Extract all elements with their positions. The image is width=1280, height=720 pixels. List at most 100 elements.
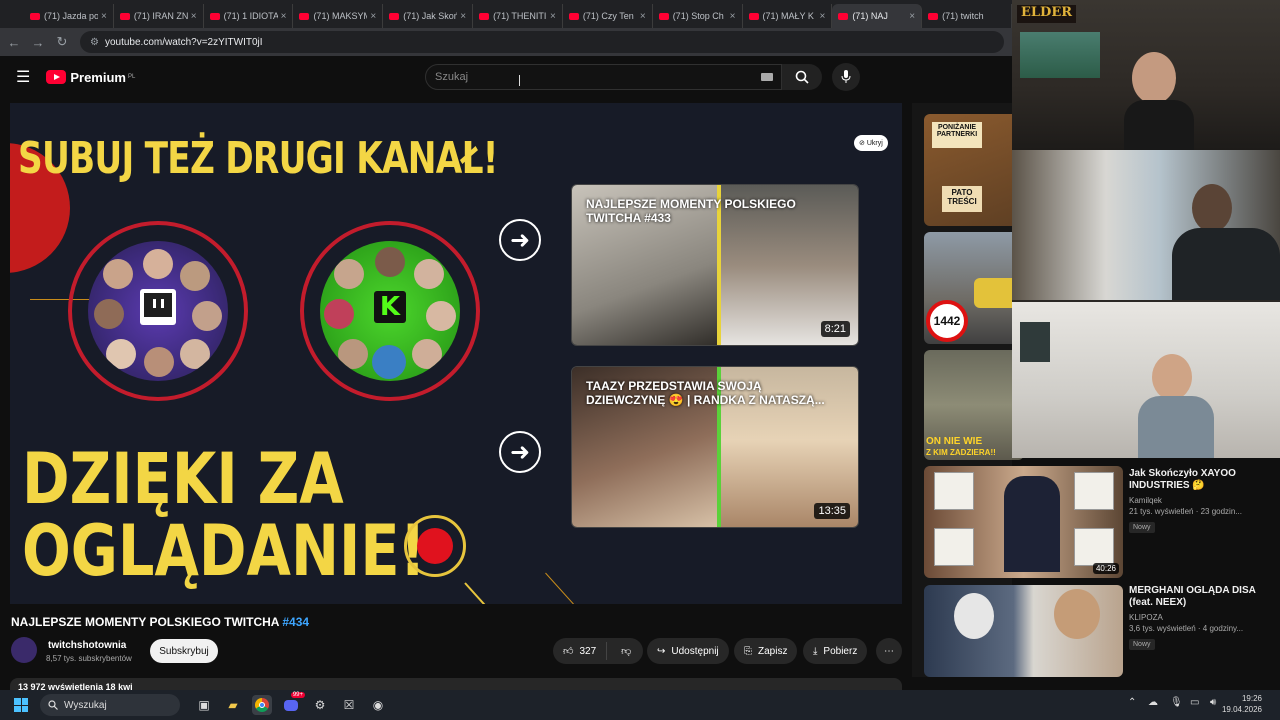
back-icon[interactable]: ← [2, 35, 26, 50]
taskbar-search[interactable]: Wyszukaj [40, 694, 180, 716]
endscreen-video-card[interactable]: TAAZY PRZEDSTAWIA SWOJĄ DZIEWCZYNĘ 😍 | R… [571, 366, 859, 528]
hashtag-link[interactable]: #434 [282, 615, 309, 629]
sidebar-thumbnail[interactable]: ON NIE WIE Z KIM ZADZIERA!! [924, 350, 1024, 460]
search-button[interactable] [782, 64, 822, 90]
channel-ring-kick[interactable]: K [300, 221, 480, 401]
sidebar-item[interactable]: Jak Skończyło XAYOO INDUSTRIES 🤔 Kamilqe… [1129, 468, 1269, 534]
endscreen-headline: SUBUJ TEŻ DRUGI KANAŁ! [18, 133, 498, 184]
subscriber-count: 8,57 tys. subskrybentów [46, 654, 132, 663]
tray-overflow-icon[interactable]: ⌃ [1128, 697, 1136, 708]
close-tab-icon[interactable]: × [819, 11, 825, 22]
browser-tab[interactable]: (71) THENITI × [473, 4, 563, 28]
xbox-icon[interactable]: ☒ [339, 695, 359, 715]
chrome-icon[interactable] [252, 695, 272, 715]
channel-name[interactable]: twitchshotownia [48, 640, 126, 651]
sidebar-item-meta: 3,6 tys. wyświetleń · 4 godziny... [1129, 624, 1244, 633]
share-icon: ↪ [657, 645, 666, 657]
youtube-favicon-icon [838, 12, 849, 20]
thumbs-up-icon: 👍︎ [563, 646, 574, 657]
system-clock[interactable]: 19:26 19.04.2026 [1222, 693, 1262, 715]
sidebar-thumbnail[interactable] [924, 585, 1123, 677]
youtube-favicon-icon [928, 12, 939, 20]
video-player[interactable]: SUBUJ TEŻ DRUGI KANAŁ! K ➜ ➜ DZIĘKI ZA O… [10, 103, 902, 604]
windows-start-icon[interactable] [14, 698, 28, 712]
like-button[interactable]: 👍︎ 327 [553, 642, 608, 660]
keyboard-icon[interactable] [761, 73, 773, 81]
card-title: NAJLEPSZE MOMENTY POLSKIEGO TWITCHA #433 [586, 197, 796, 225]
search-icon [48, 700, 58, 710]
close-tab-icon[interactable]: × [101, 11, 107, 22]
sidebar-item-title: MERGHANI OGLĄDA DISA (feat. NEEX) [1129, 585, 1256, 608]
download-button[interactable]: ⤓ Pobierz [803, 638, 868, 664]
channel-avatar-collage: K [320, 241, 460, 381]
channel-ring-twitch[interactable] [68, 221, 248, 401]
sidebar-item-title: Jak Skończyło XAYOO INDUSTRIES 🤔 [1129, 468, 1236, 491]
task-view-icon[interactable]: ▣ [194, 695, 214, 715]
close-tab-icon[interactable]: × [370, 11, 376, 22]
download-icon: ⤓ [813, 645, 818, 657]
decorative-line [545, 572, 574, 604]
youtube-logo[interactable]: Premium PL [46, 70, 135, 85]
card-title: TAAZY PRZEDSTAWIA SWOJĄ DZIEWCZYNĘ 😍 | R… [586, 379, 825, 407]
browser-tab[interactable]: (71) MAKSYM × [293, 4, 384, 28]
search-input[interactable]: Szukaj [425, 64, 782, 90]
voice-search-button[interactable] [832, 63, 860, 91]
browser-tab[interactable]: (71) Jak Skoń × [383, 4, 474, 28]
channel-avatar[interactable] [11, 637, 37, 663]
cloud-sync-icon[interactable]: ☁ [1148, 697, 1158, 708]
menu-icon[interactable]: ☰ [16, 67, 30, 87]
file-explorer-icon[interactable]: ▰ [223, 695, 243, 715]
sidebar-thumbnail[interactable]: 40:26 [924, 466, 1123, 578]
browser-tab[interactable]: (71) MAŁY K × [743, 4, 833, 28]
reload-icon[interactable]: ↻ [50, 34, 74, 50]
browser-tab[interactable]: (71) Jazda po × [24, 4, 114, 28]
sidebar-thumbnail[interactable]: PONIŻANIE PARTNERKI PATO TREŚCI [924, 114, 1024, 226]
address-bar-row: ← → ↻ ⚙ youtube.com/watch?v=2zYITWIT0jI [0, 28, 1012, 56]
browser-tab[interactable]: (71) 1 IDIOTA × [204, 4, 294, 28]
browser-tab[interactable]: (71) Czy Ten × [563, 4, 653, 28]
taskbar: Wyszukaj ▣ ▰ 99+ ⚙ ☒ ◉ [0, 690, 1280, 720]
sidebar-thumbnail[interactable]: 1442 [924, 232, 1024, 344]
site-info-icon[interactable]: ⚙ [90, 37, 99, 48]
more-icon: ⋯ [884, 645, 894, 657]
obs-icon[interactable]: ◉ [368, 695, 388, 715]
subscribe-button[interactable]: Subskrybuj [150, 639, 218, 663]
url-field[interactable]: ⚙ youtube.com/watch?v=2zYITWIT0jI [80, 31, 1004, 53]
sidebar-item[interactable]: MERGHANI OGLĄDA DISA (feat. NEEX) KLIPOZ… [1129, 585, 1269, 651]
record-circle-icon [404, 515, 466, 577]
browser-tab-strip: (71) Jazda po × (71) IRAN ZN × (71) 1 IDIO… [0, 0, 1012, 28]
close-tab-icon[interactable]: × [460, 11, 466, 22]
close-tab-icon[interactable]: × [640, 11, 646, 22]
share-button[interactable]: ↪ Udostępnij [647, 638, 729, 664]
card-duration: 8:21 [820, 321, 850, 337]
youtube-favicon-icon [658, 12, 669, 20]
endscreen-video-card[interactable]: NAJLEPSZE MOMENTY POLSKIEGO TWITCHA #433… [571, 184, 859, 346]
close-tab-icon[interactable]: × [281, 11, 287, 22]
close-tab-icon[interactable]: × [550, 11, 556, 22]
arrow-right-icon: ➜ [499, 219, 541, 261]
hide-endscreen-button[interactable]: ⊘ Ukryj [854, 135, 888, 151]
new-badge: Nowy [1129, 522, 1155, 533]
more-actions-button[interactable]: ⋯ [876, 638, 902, 664]
browser-tab[interactable]: (71) Stop Ch × [653, 4, 743, 28]
browser-tab-active[interactable]: (71) NAJ × [832, 4, 923, 28]
volume-icon[interactable]: 🔊︎ [1210, 697, 1216, 708]
close-tab-icon[interactable]: × [909, 11, 915, 22]
browser-tab[interactable]: (71) twitch [922, 4, 1012, 28]
save-button[interactable]: ⎘ Zapisz [734, 638, 798, 664]
youtube-favicon-icon [568, 12, 579, 20]
sidebar-item-channel: KLIPOZA [1129, 613, 1163, 622]
search-icon [795, 70, 809, 84]
browser-tab[interactable]: (71) IRAN ZN × [114, 4, 204, 28]
steam-icon[interactable]: ⚙ [310, 695, 330, 715]
discord-icon[interactable]: 99+ [281, 692, 305, 715]
close-tab-icon[interactable]: × [191, 11, 197, 22]
close-tab-icon[interactable]: × [730, 11, 736, 22]
forward-icon[interactable]: → [26, 35, 50, 50]
microphone-tray-icon[interactable]: 🎙︎ [1170, 697, 1183, 708]
microphone-icon [841, 70, 851, 83]
bookmark-icon: ⎘ [744, 645, 752, 657]
thumbs-down-icon[interactable]: 👎︎ [613, 645, 639, 657]
webcam-feed-guest [1012, 150, 1280, 300]
network-icon[interactable]: ▭ [1190, 697, 1199, 708]
